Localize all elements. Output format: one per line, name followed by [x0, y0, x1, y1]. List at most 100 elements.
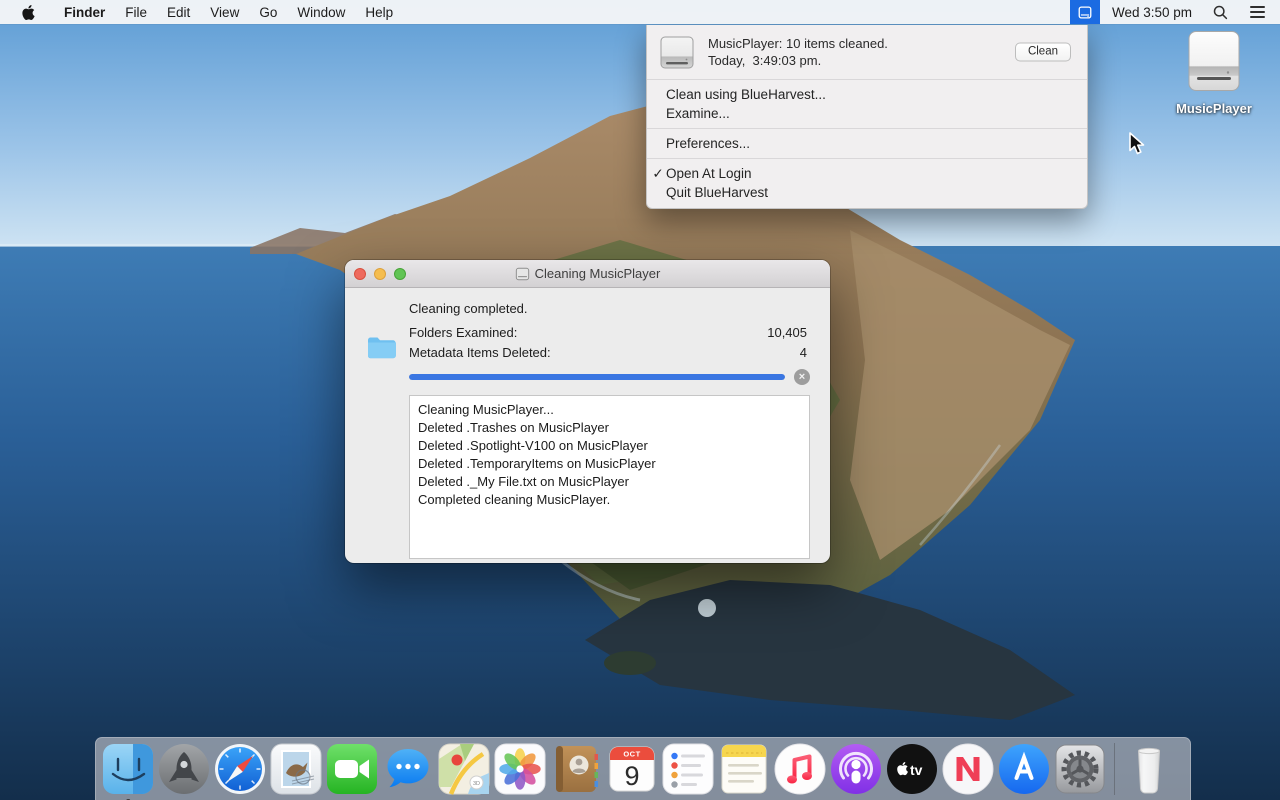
drive-icon [659, 36, 695, 69]
menu-file[interactable]: File [115, 0, 157, 24]
tv-label: tv [910, 762, 923, 778]
dock-icon-apple-tv[interactable]: tv [886, 743, 938, 795]
dock-icon-mail[interactable] [270, 743, 322, 795]
dock-icon-safari[interactable] [214, 743, 266, 795]
music-note-icon [774, 743, 826, 795]
blueharvest-menubar-icon[interactable] [1070, 0, 1100, 24]
podcasts-icon [830, 743, 882, 795]
dock-icon-notes[interactable] [718, 743, 770, 795]
blueharvest-menu: MusicPlayer: 10 items cleaned. Today, 3:… [646, 25, 1088, 209]
log-line: Deleted .Spotlight-V100 on MusicPlayer [418, 437, 801, 455]
log-line: Completed cleaning MusicPlayer. [418, 491, 801, 509]
gear-icon [1054, 743, 1106, 795]
apple-icon [21, 4, 36, 21]
status-line-time: Today, 3:49:03 pm. [708, 52, 888, 69]
dock-icon-calendar[interactable]: OCT 9 [606, 743, 658, 795]
dock-icon-contacts[interactable] [550, 743, 602, 795]
launchpad-rocket-icon [158, 743, 210, 795]
menu-edit[interactable]: Edit [157, 0, 200, 24]
menubar-clock[interactable]: Wed 3:50 pm [1100, 5, 1202, 20]
dock-icon-launchpad[interactable] [158, 743, 210, 795]
status-line-items-cleaned: MusicPlayer: 10 items cleaned. [708, 35, 888, 52]
maps-3d-badge: 3D [473, 781, 480, 787]
stat-label-folders-examined: Folders Examined: [409, 325, 517, 340]
dock-icon-podcasts[interactable] [830, 743, 882, 795]
dock-icon-finder[interactable] [102, 743, 154, 795]
dock: 3D [95, 737, 1191, 800]
facetime-camera-icon [326, 743, 378, 795]
menu-item-quit-blueharvest[interactable]: Quit BlueHarvest [647, 183, 1087, 202]
dock-icon-music[interactable] [774, 743, 826, 795]
folder-icon [367, 336, 397, 360]
mail-stamp-icon [270, 743, 322, 795]
notification-center-icon[interactable] [1239, 0, 1280, 24]
menu-item-examine[interactable]: Examine... [647, 104, 1087, 123]
dock-icon-photos[interactable] [494, 743, 546, 795]
desktop-icon-musicplayer[interactable]: MusicPlayer [1166, 30, 1262, 116]
calendar-day: 9 [624, 761, 639, 791]
dock-icon-reminders[interactable] [662, 743, 714, 795]
dock-separator [1114, 743, 1115, 795]
drive-icon [515, 267, 530, 281]
external-drive-icon [1184, 30, 1244, 94]
close-button[interactable] [354, 268, 366, 280]
dock-icon-system-preferences[interactable] [1054, 743, 1106, 795]
log-line: Cleaning MusicPlayer... [418, 401, 801, 419]
news-icon [942, 743, 994, 795]
zoom-button[interactable] [394, 268, 406, 280]
dock-icon-maps[interactable]: 3D [438, 743, 490, 795]
list-icon [1250, 6, 1265, 17]
desktop-icon-label: MusicPlayer [1166, 101, 1262, 116]
menu-go[interactable]: Go [249, 0, 287, 24]
clean-button[interactable]: Clean [1015, 43, 1071, 62]
spotlight-search-icon[interactable] [1202, 0, 1239, 24]
menu-item-clean-using-blueharvest[interactable]: Clean using BlueHarvest... [647, 85, 1087, 104]
cleaning-status-text: Cleaning completed. [409, 301, 810, 316]
stat-label-metadata-deleted: Metadata Items Deleted: [409, 345, 551, 360]
search-icon [1213, 5, 1228, 20]
menu-bar: Finder File Edit View Go Window Help Wed… [0, 0, 1280, 24]
notes-icon [718, 743, 770, 795]
calendar-icon: OCT 9 [606, 743, 658, 795]
maps-icon: 3D [438, 743, 490, 795]
dock-icon-facetime[interactable] [326, 743, 378, 795]
trash-icon [1123, 743, 1175, 795]
cleaning-window: Cleaning MusicPlayer Cleaning completed.… [345, 260, 830, 563]
window-title: Cleaning MusicPlayer [535, 266, 661, 281]
drive-icon [1078, 5, 1092, 20]
log-line: Deleted .Trashes on MusicPlayer [418, 419, 801, 437]
menu-view[interactable]: View [200, 0, 249, 24]
menu-finder[interactable]: Finder [54, 0, 115, 24]
stat-value-metadata-deleted: 4 [800, 345, 807, 360]
stop-button[interactable]: × [794, 369, 810, 385]
menu-item-preferences[interactable]: Preferences... [647, 134, 1087, 153]
cleaning-log[interactable]: Cleaning MusicPlayer... Deleted .Trashes… [409, 395, 810, 559]
window-titlebar[interactable]: Cleaning MusicPlayer [345, 260, 830, 288]
safari-compass-icon [214, 743, 266, 795]
progress-fill [409, 374, 785, 380]
checkmark-icon: ✓ [651, 164, 665, 183]
calendar-month: OCT [623, 750, 640, 759]
contacts-book-icon [550, 743, 602, 795]
progress-bar [409, 374, 785, 380]
stat-value-folders-examined: 10,405 [767, 325, 807, 340]
finder-icon [102, 743, 154, 795]
dock-icon-news[interactable] [942, 743, 994, 795]
minimize-button[interactable] [374, 268, 386, 280]
reminders-icon [662, 743, 714, 795]
menu-window[interactable]: Window [287, 0, 355, 24]
photos-flower-icon [494, 743, 546, 795]
dock-icon-app-store[interactable] [998, 743, 1050, 795]
apple-menu[interactable] [0, 0, 54, 24]
app-store-icon [998, 743, 1050, 795]
log-line: Deleted .TemporaryItems on MusicPlayer [418, 455, 801, 473]
menu-help[interactable]: Help [355, 0, 403, 24]
apple-tv-icon: tv [886, 743, 938, 795]
dock-icon-trash[interactable] [1123, 743, 1175, 795]
mouse-cursor [1128, 132, 1147, 155]
messages-bubble-icon [382, 743, 434, 795]
log-line: Deleted ._My File.txt on MusicPlayer [418, 473, 801, 491]
menu-item-open-at-login[interactable]: ✓ Open At Login [647, 164, 1087, 183]
blueharvest-status-row: MusicPlayer: 10 items cleaned. Today, 3:… [647, 25, 1087, 79]
dock-icon-messages[interactable] [382, 743, 434, 795]
